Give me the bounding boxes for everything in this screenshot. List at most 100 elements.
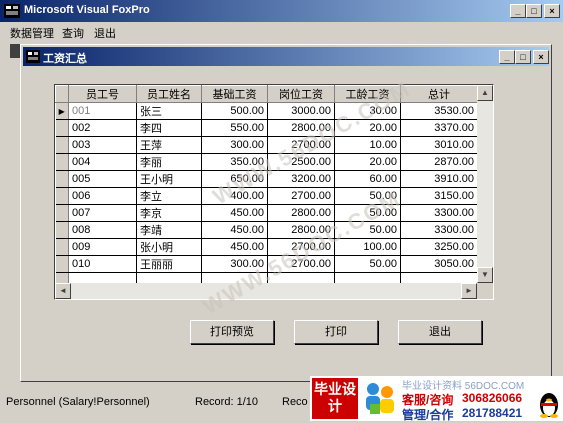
table-cell[interactable]: 004: [68, 153, 137, 171]
scroll-right-button[interactable]: ►: [461, 283, 477, 299]
menu-query[interactable]: 查询: [62, 25, 84, 41]
column-header[interactable]: 员工姓名: [136, 85, 202, 103]
table-cell[interactable]: 2800.00: [267, 221, 335, 239]
table-cell[interactable]: 2700.00: [267, 255, 335, 273]
table-cell[interactable]: 2800.00: [267, 119, 335, 137]
table-cell[interactable]: 003: [68, 136, 137, 154]
scroll-up-button[interactable]: ▲: [477, 85, 493, 101]
table-cell[interactable]: 100.00: [334, 238, 401, 256]
row-selector[interactable]: [55, 238, 69, 256]
table-cell[interactable]: 2700.00: [267, 238, 335, 256]
row-selector[interactable]: [55, 136, 69, 154]
exit-button[interactable]: 退出: [398, 320, 482, 344]
minimize-button[interactable]: _: [510, 4, 526, 18]
table-cell[interactable]: 010: [68, 255, 137, 273]
column-header[interactable]: 基础工资: [201, 85, 268, 103]
row-selector[interactable]: [55, 255, 69, 273]
window-minimize-button[interactable]: _: [499, 50, 515, 64]
table-cell[interactable]: 3300.00: [400, 204, 478, 222]
table-cell[interactable]: 009: [68, 238, 137, 256]
scroll-left-button[interactable]: ◄: [55, 283, 71, 299]
table-cell[interactable]: 008: [68, 221, 137, 239]
table-cell[interactable]: 400.00: [201, 187, 268, 205]
salary-grid[interactable]: 员工号 员工姓名 基础工资 岗位工资 工龄工资 总计 ▶ 001 张三 500.00 3…: [54, 84, 494, 300]
table-cell[interactable]: 3000.00: [267, 102, 335, 120]
table-cell[interactable]: 3370.00: [400, 119, 478, 137]
table-cell[interactable]: 2870.00: [400, 153, 478, 171]
row-selector[interactable]: [55, 170, 69, 188]
table-cell[interactable]: 3910.00: [400, 170, 478, 188]
table-row[interactable]: 004 李丽 350.00 2500.00 20.00 2870.00: [55, 153, 478, 171]
table-cell[interactable]: 3300.00: [400, 221, 478, 239]
table-cell[interactable]: 50.00: [334, 187, 401, 205]
table-row[interactable]: 002 李四 550.00 2800.00 20.00 3370.00: [55, 119, 478, 137]
column-header[interactable]: 岗位工资: [267, 85, 335, 103]
table-cell[interactable]: 350.00: [201, 153, 268, 171]
scroll-down-button[interactable]: ▼: [477, 267, 493, 283]
row-selector[interactable]: [55, 153, 69, 171]
table-cell[interactable]: 20.00: [334, 119, 401, 137]
table-cell[interactable]: 李靖: [136, 221, 202, 239]
table-cell[interactable]: 007: [68, 204, 137, 222]
row-selector[interactable]: ▶: [55, 102, 69, 120]
table-cell[interactable]: 李京: [136, 204, 202, 222]
table-cell[interactable]: 005: [68, 170, 137, 188]
table-row[interactable]: 008 李靖 450.00 2800.00 50.00 3300.00: [55, 221, 478, 239]
column-header[interactable]: 总计: [400, 85, 478, 103]
table-cell[interactable]: 王小明: [136, 170, 202, 188]
table-cell[interactable]: 李立: [136, 187, 202, 205]
print-preview-button[interactable]: 打印预览: [190, 320, 274, 344]
table-cell[interactable]: 450.00: [201, 238, 268, 256]
table-cell[interactable]: 3150.00: [400, 187, 478, 205]
horizontal-scrollbar[interactable]: ◄ ►: [55, 283, 477, 299]
table-cell[interactable]: 3250.00: [400, 238, 478, 256]
table-cell[interactable]: 3050.00: [400, 255, 478, 273]
table-cell[interactable]: 650.00: [201, 170, 268, 188]
print-button[interactable]: 打印: [294, 320, 378, 344]
table-cell[interactable]: 30.00: [334, 102, 401, 120]
table-cell[interactable]: 20.00: [334, 153, 401, 171]
table-cell[interactable]: 3200.00: [267, 170, 335, 188]
table-cell[interactable]: 006: [68, 187, 137, 205]
menu-exit[interactable]: 退出: [94, 25, 116, 41]
window-close-button[interactable]: ×: [533, 50, 549, 64]
table-cell[interactable]: 450.00: [201, 204, 268, 222]
column-header[interactable]: 工龄工资: [334, 85, 401, 103]
table-row[interactable]: 007 李京 450.00 2800.00 50.00 3300.00: [55, 204, 478, 222]
table-cell[interactable]: 450.00: [201, 221, 268, 239]
row-selector[interactable]: [55, 221, 69, 239]
table-cell[interactable]: 2800.00: [267, 204, 335, 222]
close-button[interactable]: ×: [544, 4, 560, 18]
table-cell[interactable]: 300.00: [201, 255, 268, 273]
table-cell[interactable]: 2700.00: [267, 136, 335, 154]
menu-data-management[interactable]: 数据管理: [10, 25, 54, 41]
table-cell[interactable]: 张三: [136, 102, 202, 120]
table-cell[interactable]: 李丽: [136, 153, 202, 171]
table-cell[interactable]: 001: [68, 102, 137, 120]
table-row[interactable]: 005 王小明 650.00 3200.00 60.00 3910.00: [55, 170, 478, 188]
table-cell[interactable]: 10.00: [334, 136, 401, 154]
table-cell[interactable]: 3010.00: [400, 136, 478, 154]
table-cell[interactable]: 550.00: [201, 119, 268, 137]
table-cell[interactable]: 李四: [136, 119, 202, 137]
table-cell[interactable]: 50.00: [334, 221, 401, 239]
vertical-scrollbar[interactable]: ▲ ▼: [477, 85, 493, 283]
table-cell[interactable]: 王萍: [136, 136, 202, 154]
table-cell[interactable]: 300.00: [201, 136, 268, 154]
row-selector[interactable]: [55, 204, 69, 222]
column-header[interactable]: 员工号: [68, 85, 137, 103]
table-row[interactable]: ▶ 001 张三 500.00 3000.00 30.00 3530.00: [55, 102, 478, 120]
table-cell[interactable]: 50.00: [334, 204, 401, 222]
row-selector[interactable]: [55, 119, 69, 137]
table-cell[interactable]: 2700.00: [267, 187, 335, 205]
table-cell[interactable]: 50.00: [334, 255, 401, 273]
window-maximize-button[interactable]: □: [515, 50, 531, 64]
table-row[interactable]: 006 李立 400.00 2700.00 50.00 3150.00: [55, 187, 478, 205]
table-row[interactable]: 009 张小明 450.00 2700.00 100.00 3250.00: [55, 238, 478, 256]
table-cell[interactable]: 3530.00: [400, 102, 478, 120]
table-cell[interactable]: 002: [68, 119, 137, 137]
table-cell[interactable]: 张小明: [136, 238, 202, 256]
table-cell[interactable]: 500.00: [201, 102, 268, 120]
table-row[interactable]: 010 王丽丽 300.00 2700.00 50.00 3050.00: [55, 255, 478, 273]
maximize-button[interactable]: □: [526, 4, 542, 18]
